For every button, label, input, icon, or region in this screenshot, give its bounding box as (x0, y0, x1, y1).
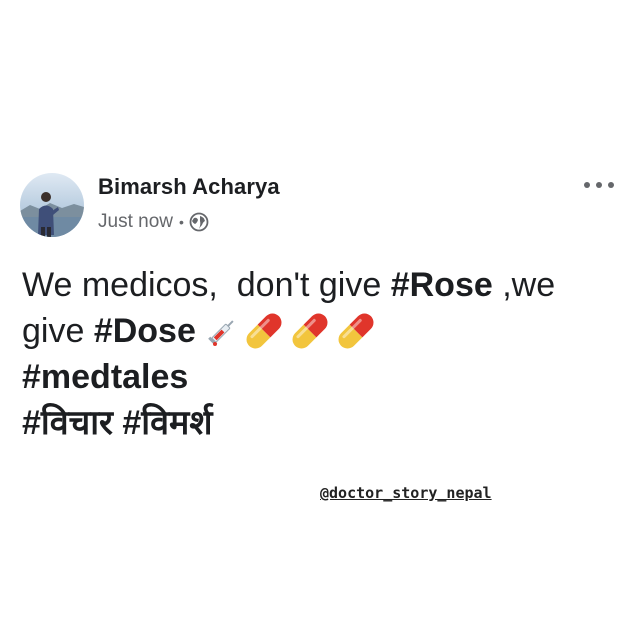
avatar-photo (20, 173, 84, 237)
author-avatar[interactable] (20, 173, 84, 237)
post-text-line: give #Dose (22, 308, 612, 354)
hashtag-medtales[interactable]: #medtales (22, 354, 188, 400)
post-timestamp[interactable]: Just now (98, 211, 173, 233)
meta-separator: • (178, 214, 184, 230)
hashtag-rose[interactable]: #Rose (391, 262, 493, 308)
more-options-button[interactable] (584, 176, 614, 194)
watermark-handle: @doctor_story_nepal (320, 484, 492, 502)
hashtag-dose[interactable]: #Dose (94, 308, 196, 354)
globe-icon[interactable] (189, 212, 209, 232)
text-segment: give (22, 312, 94, 350)
post-meta: Just now • (98, 209, 209, 235)
author-name[interactable]: Bimarsh Acharya (98, 174, 280, 200)
syringe-emoji (208, 320, 234, 346)
more-horizontal-icon (584, 182, 590, 188)
facebook-post: Bimarsh Acharya Just now • We medicos, d… (0, 0, 640, 640)
post-text-line: #medtales (22, 354, 612, 400)
pill-emoji (338, 313, 374, 349)
post-text: We medicos, don't give #Rose ,we give #D… (22, 262, 612, 446)
post-text-line: #विचार #विमर्श (22, 400, 612, 446)
pill-emoji (292, 313, 328, 349)
text-segment: ,we (492, 266, 556, 304)
pill-emoji (246, 313, 282, 349)
emoji-group (206, 309, 378, 353)
text-segment: We medicos, don't give (22, 266, 391, 304)
hashtag-nepali[interactable]: #विचार #विमर्श (22, 400, 212, 446)
post-text-line: We medicos, don't give #Rose ,we (22, 262, 612, 308)
